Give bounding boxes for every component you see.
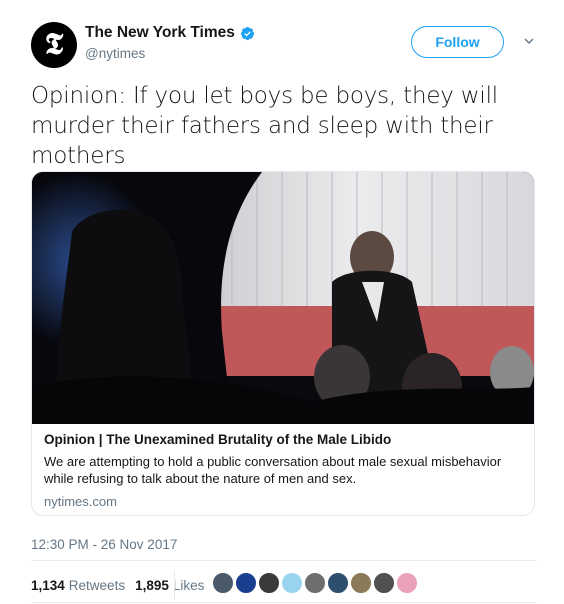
card-image[interactable] xyxy=(32,172,535,424)
divider xyxy=(31,602,537,603)
author-display-name[interactable]: The New York Times xyxy=(85,24,235,42)
stats-divider xyxy=(174,570,175,600)
liker-avatar[interactable] xyxy=(235,572,257,594)
liker-avatar[interactable] xyxy=(373,572,395,594)
likes-count[interactable]: 1,895 xyxy=(135,578,169,593)
author-block[interactable]: The New York Times @nytimes xyxy=(85,24,255,61)
liker-avatar[interactable] xyxy=(327,572,349,594)
likes-stat[interactable]: 1,895 Likes xyxy=(135,578,204,593)
likes-label[interactable]: Likes xyxy=(173,578,205,593)
card-domain: nytimes.com xyxy=(44,494,117,509)
nyt-logo-glyph: 𝕿 xyxy=(44,27,64,62)
retweets-stat[interactable]: 1,134 Retweets xyxy=(31,578,125,593)
liker-avatar[interactable] xyxy=(304,572,326,594)
tweet-text: Opinion: If you let boys be boys, they w… xyxy=(31,83,498,169)
retweets-count[interactable]: 1,134 xyxy=(31,578,65,593)
liker-avatar[interactable] xyxy=(258,572,280,594)
chevron-down-icon[interactable] xyxy=(524,36,534,46)
liker-avatar[interactable] xyxy=(350,572,372,594)
liker-avatar[interactable] xyxy=(212,572,234,594)
card-description: We are attempting to hold a public conve… xyxy=(44,454,502,486)
retweets-label[interactable]: Retweets xyxy=(69,578,125,593)
link-card[interactable]: Opinion | The Unexamined Brutality of th… xyxy=(31,171,535,516)
author-handle[interactable]: @nytimes xyxy=(85,46,255,61)
author-name-row[interactable]: The New York Times xyxy=(85,24,255,42)
tweet-timestamp[interactable]: 12:30 PM - 26 Nov 2017 xyxy=(31,537,177,552)
nyt-logo-icon[interactable]: 𝕿 xyxy=(31,22,77,68)
liker-avatar[interactable] xyxy=(396,572,418,594)
tweet-stats: 1,134 Retweets 1,895 Likes xyxy=(31,575,214,595)
card-title[interactable]: Opinion | The Unexamined Brutality of th… xyxy=(44,432,526,447)
follow-button[interactable]: Follow xyxy=(411,26,504,58)
liker-avatar[interactable] xyxy=(281,572,303,594)
tweet-header: 𝕿 The New York Times @nytimes Follow xyxy=(31,22,537,68)
liker-avatars xyxy=(212,572,419,594)
divider xyxy=(31,560,537,561)
card-body[interactable]: Opinion | The Unexamined Brutality of th… xyxy=(44,432,526,509)
verified-badge-icon xyxy=(240,26,254,40)
